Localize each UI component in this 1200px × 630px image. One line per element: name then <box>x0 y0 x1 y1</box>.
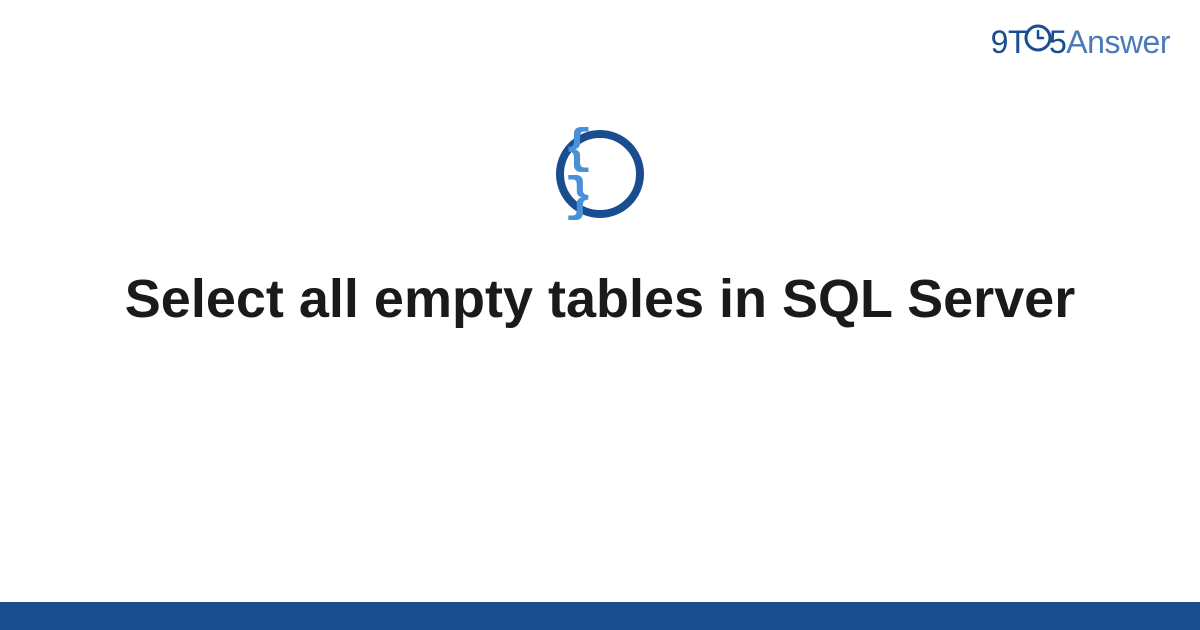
logo-answer: Answer <box>1066 24 1170 60</box>
main-content: { } Select all empty tables in SQL Serve… <box>0 130 1200 334</box>
code-braces-icon: { } <box>564 126 636 222</box>
page-title: Select all empty tables in SQL Server <box>125 266 1075 334</box>
clock-icon <box>1024 23 1052 60</box>
site-logo: 9T5Answer <box>991 24 1170 63</box>
footer-bar <box>0 602 1200 630</box>
logo-nine: 9 <box>991 24 1008 60</box>
category-icon-wrapper: { } <box>556 130 644 218</box>
